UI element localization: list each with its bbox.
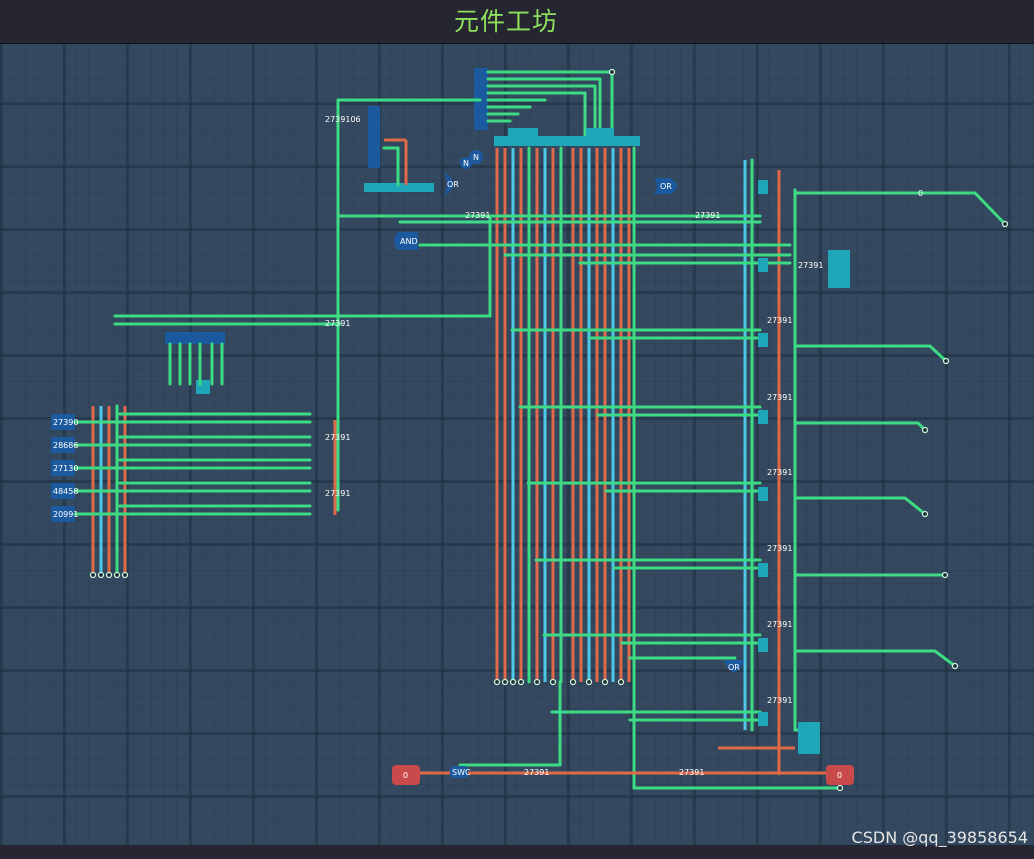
label-left-val3: 27391 [325, 489, 350, 498]
svg-text:0: 0 [403, 771, 408, 780]
status-strip [0, 845, 1034, 859]
label-chip-text: 27391 [798, 261, 823, 270]
svg-text:OR: OR [660, 182, 672, 191]
label-bus-a: 27391 [465, 211, 490, 220]
label-bus-d: 27391 [767, 393, 792, 402]
not-gate-2[interactable]: N [460, 157, 472, 169]
label-left-val2: 27391 [325, 433, 350, 442]
app-title: 元件工坊 [453, 7, 558, 36]
or-gate-2[interactable]: OR [654, 178, 677, 194]
label-left-val: 27391 [325, 319, 350, 328]
left-input-switches[interactable] [51, 404, 337, 577]
label-bus-c: 27391 [767, 316, 792, 325]
label-bus-b: 27391 [695, 211, 720, 220]
label-bottom-b: 27391 [679, 768, 704, 777]
wire-nodes [89, 68, 1009, 792]
output-lamp-left[interactable]: 0 [392, 765, 420, 785]
or-gate-1[interactable]: OR [444, 172, 459, 196]
svg-text:0: 0 [837, 771, 842, 780]
label-top: 27391 [767, 468, 792, 477]
input-value-2: 27130 [53, 464, 78, 473]
label-bottom-a: 27391 [524, 768, 549, 777]
circuit-canvas[interactable]: .g{stroke:#3ddc84;stroke-width:3;fill:no… [0, 44, 1034, 845]
and-gate-1[interactable]: AND [394, 232, 418, 250]
label-top-3: 27391 [767, 620, 792, 629]
label-mid: 27391 [767, 696, 792, 705]
output-lamp-right[interactable]: 0 [826, 765, 854, 785]
label-zero: 0 [918, 189, 923, 198]
input-value-1: 28686 [53, 441, 78, 450]
title-bar: 元件工坊 [0, 0, 1034, 44]
svg-text:SWC: SWC [452, 768, 471, 777]
top-switch-bank[interactable] [474, 68, 614, 140]
svg-text:OR: OR [728, 663, 740, 672]
upper-switch-bank[interactable] [368, 106, 380, 168]
svg-text:AND: AND [400, 237, 418, 246]
watermark: CSDN @qq_39858654 [851, 828, 1028, 847]
or-gate-3[interactable]: OR [724, 660, 744, 672]
svg-text:OR: OR [447, 180, 459, 189]
bottom-switch[interactable]: SWC [450, 766, 471, 778]
svg-text:N: N [473, 153, 479, 162]
label-small-value: 2739106 [325, 115, 361, 124]
svg-text:N: N [463, 159, 469, 168]
circuit-diagram[interactable]: .g{stroke:#3ddc84;stroke-width:3;fill:no… [0, 44, 1034, 845]
input-value-3: 48458 [53, 487, 78, 496]
input-value-4: 20991 [53, 510, 78, 519]
input-value-0: 27390 [53, 418, 78, 427]
label-top-2: 27391 [767, 544, 792, 553]
output-wires [793, 191, 1007, 732]
mid-switch-bank[interactable] [165, 332, 225, 344]
